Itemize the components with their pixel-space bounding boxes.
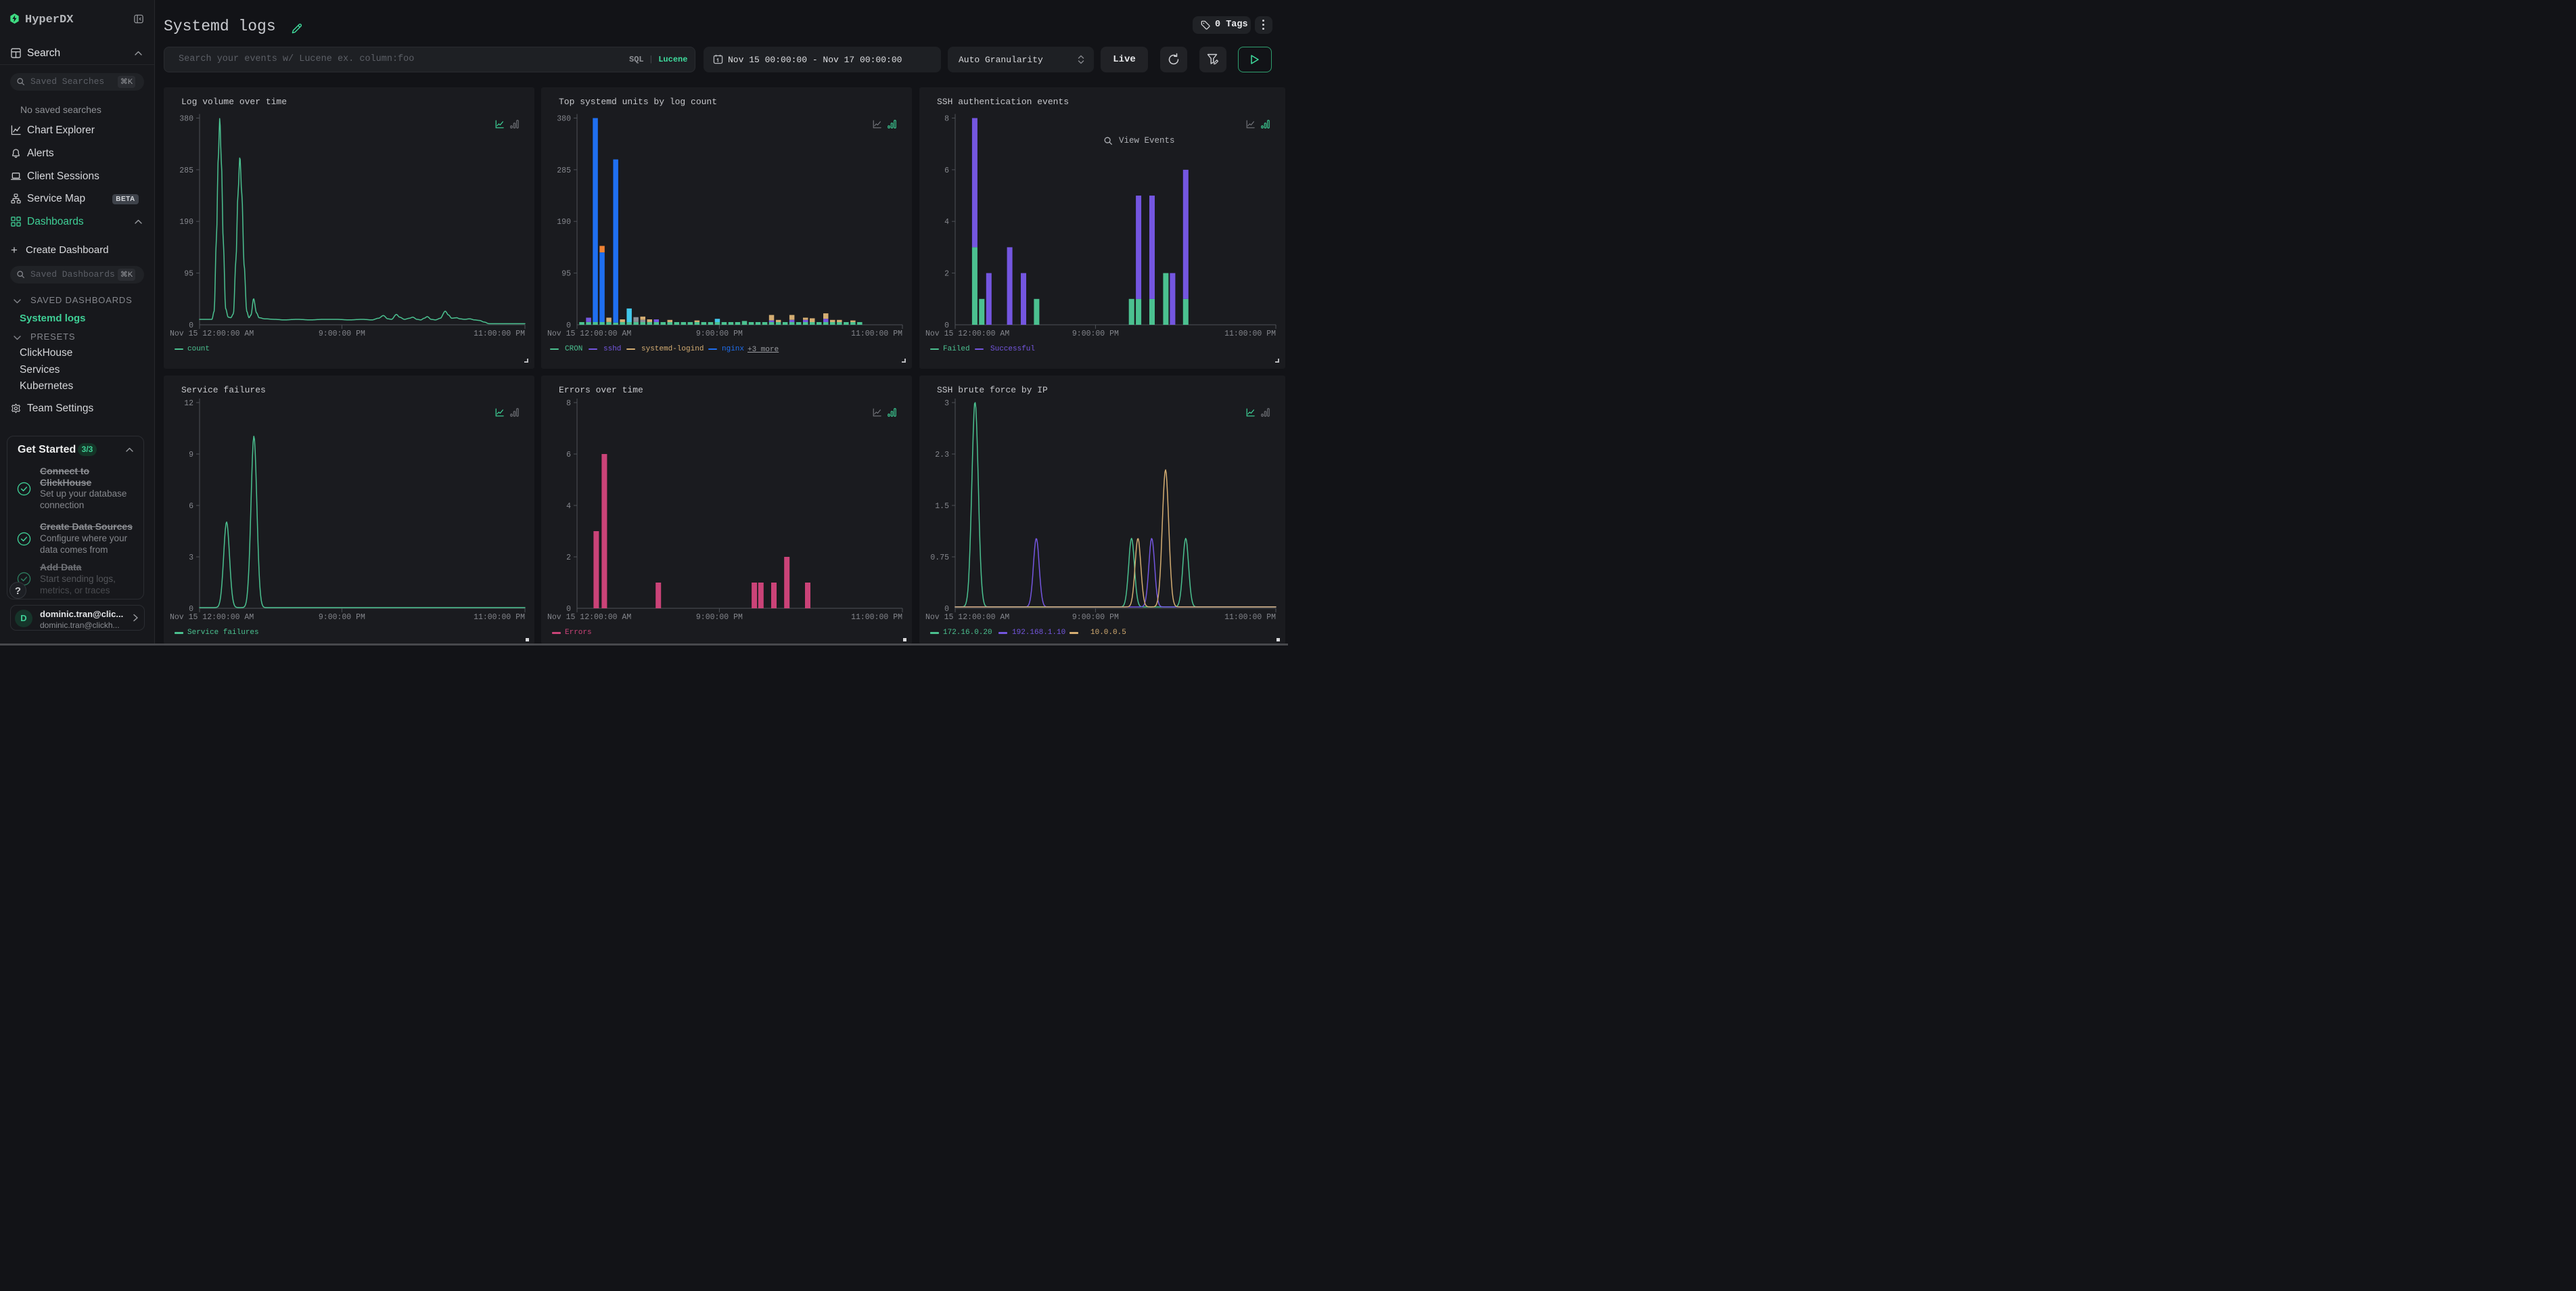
svg-text:11:00:00 PM: 11:00:00 PM — [1224, 613, 1276, 622]
svg-text:2: 2 — [944, 269, 949, 278]
svg-text:9:00:00 PM: 9:00:00 PM — [319, 613, 365, 622]
svg-text:2: 2 — [566, 553, 571, 562]
svg-text:4: 4 — [566, 502, 571, 511]
svg-text:Nov 15 12:00:00 AM: Nov 15 12:00:00 AM — [925, 330, 1009, 338]
svg-text:8: 8 — [944, 114, 949, 123]
svg-text:8: 8 — [566, 399, 571, 408]
svg-text:11:00:00 PM: 11:00:00 PM — [1224, 330, 1276, 338]
svg-text:3: 3 — [944, 399, 949, 408]
svg-text:9:00:00 PM: 9:00:00 PM — [1072, 330, 1119, 338]
svg-text:380: 380 — [179, 114, 193, 123]
svg-text:11:00:00 PM: 11:00:00 PM — [851, 330, 902, 338]
svg-text:Nov 15 12:00:00 AM: Nov 15 12:00:00 AM — [170, 613, 254, 622]
svg-text:285: 285 — [557, 166, 571, 175]
svg-text:95: 95 — [561, 269, 571, 278]
svg-text:9:00:00 PM: 9:00:00 PM — [696, 330, 743, 338]
svg-text:11:00:00 PM: 11:00:00 PM — [474, 330, 525, 338]
svg-text:9:00:00 PM: 9:00:00 PM — [1072, 613, 1119, 622]
svg-text:3: 3 — [189, 553, 193, 562]
svg-text:190: 190 — [557, 218, 571, 227]
svg-text:11:00:00 PM: 11:00:00 PM — [474, 613, 525, 622]
svg-text:11:00:00 PM: 11:00:00 PM — [851, 613, 902, 622]
svg-text:Nov 15 12:00:00 AM: Nov 15 12:00:00 AM — [547, 330, 631, 338]
svg-text:95: 95 — [184, 269, 193, 278]
svg-text:285: 285 — [179, 166, 193, 175]
svg-text:2.3: 2.3 — [935, 451, 949, 459]
svg-text:Nov 15 12:00:00 AM: Nov 15 12:00:00 AM — [925, 613, 1009, 622]
svg-text:12: 12 — [184, 399, 193, 408]
svg-text:6: 6 — [189, 502, 193, 511]
svg-text:9:00:00 PM: 9:00:00 PM — [319, 330, 365, 338]
svg-text:190: 190 — [179, 218, 193, 227]
svg-text:380: 380 — [557, 114, 571, 123]
svg-text:0.75: 0.75 — [930, 553, 949, 562]
svg-text:Nov 15 12:00:00 AM: Nov 15 12:00:00 AM — [547, 613, 631, 622]
svg-text:6: 6 — [566, 451, 571, 459]
svg-text:Nov 15 12:00:00 AM: Nov 15 12:00:00 AM — [170, 330, 254, 338]
svg-text:1.5: 1.5 — [935, 502, 949, 511]
svg-text:4: 4 — [944, 218, 949, 227]
svg-text:9:00:00 PM: 9:00:00 PM — [696, 613, 743, 622]
svg-text:6: 6 — [944, 166, 949, 175]
svg-text:9: 9 — [189, 451, 193, 459]
